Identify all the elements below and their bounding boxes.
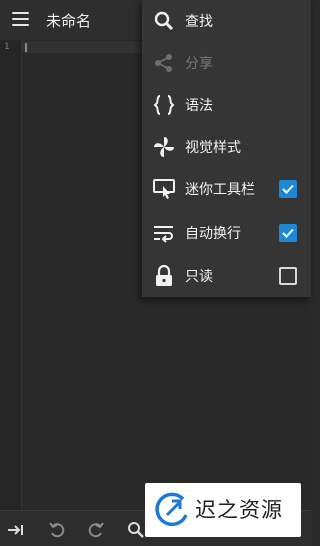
document-title: 未命名 [46,12,92,30]
mini-toolbar-checkbox[interactable] [279,180,297,198]
menu-item-visual-style[interactable]: 视觉样式 [142,126,311,168]
pinwheel-icon [152,135,176,159]
menu-item-label: 自动换行 [185,226,241,242]
menu-item-label: 查找 [185,14,213,30]
undo-icon[interactable] [47,520,67,540]
menu-item-word-wrap[interactable]: 自动换行 [142,212,311,254]
watermark-text: 迟之资源 [195,498,283,522]
toolbar-touch-icon [152,177,176,201]
search-icon[interactable] [126,520,146,540]
redo-icon[interactable] [86,520,106,540]
watermark-logo-icon [153,491,191,529]
menu-hamburger-icon[interactable] [12,12,29,26]
menu-item-label: 视觉样式 [185,140,241,156]
share-icon [152,51,176,75]
tab-indent-icon[interactable] [6,520,26,540]
menu-item-find[interactable]: 查找 [142,0,311,42]
menu-item-label: 只读 [185,269,213,285]
overflow-menu: 查找 分享 语法 视觉样式 迷你工具栏 自动换行 只读 [142,0,311,297]
menu-item-label: 分享 [185,56,213,72]
menu-item-syntax[interactable]: 语法 [142,84,311,126]
menu-item-share[interactable]: 分享 [142,42,311,84]
menu-item-label: 语法 [185,98,213,114]
search-icon [152,9,176,33]
menu-item-label: 迷你工具栏 [185,182,255,198]
lock-icon [152,264,176,288]
read-only-checkbox[interactable] [279,267,297,285]
text-caret [25,43,27,52]
braces-icon [152,93,176,117]
watermark: 迟之资源 [145,483,301,537]
menu-item-read-only[interactable]: 只读 [142,255,311,297]
line-number: 1 [4,42,10,52]
word-wrap-checkbox[interactable] [279,224,297,242]
word-wrap-icon [152,221,176,245]
line-number-gutter: 1 [0,40,22,510]
menu-item-mini-toolbar[interactable]: 迷你工具栏 [142,168,311,210]
